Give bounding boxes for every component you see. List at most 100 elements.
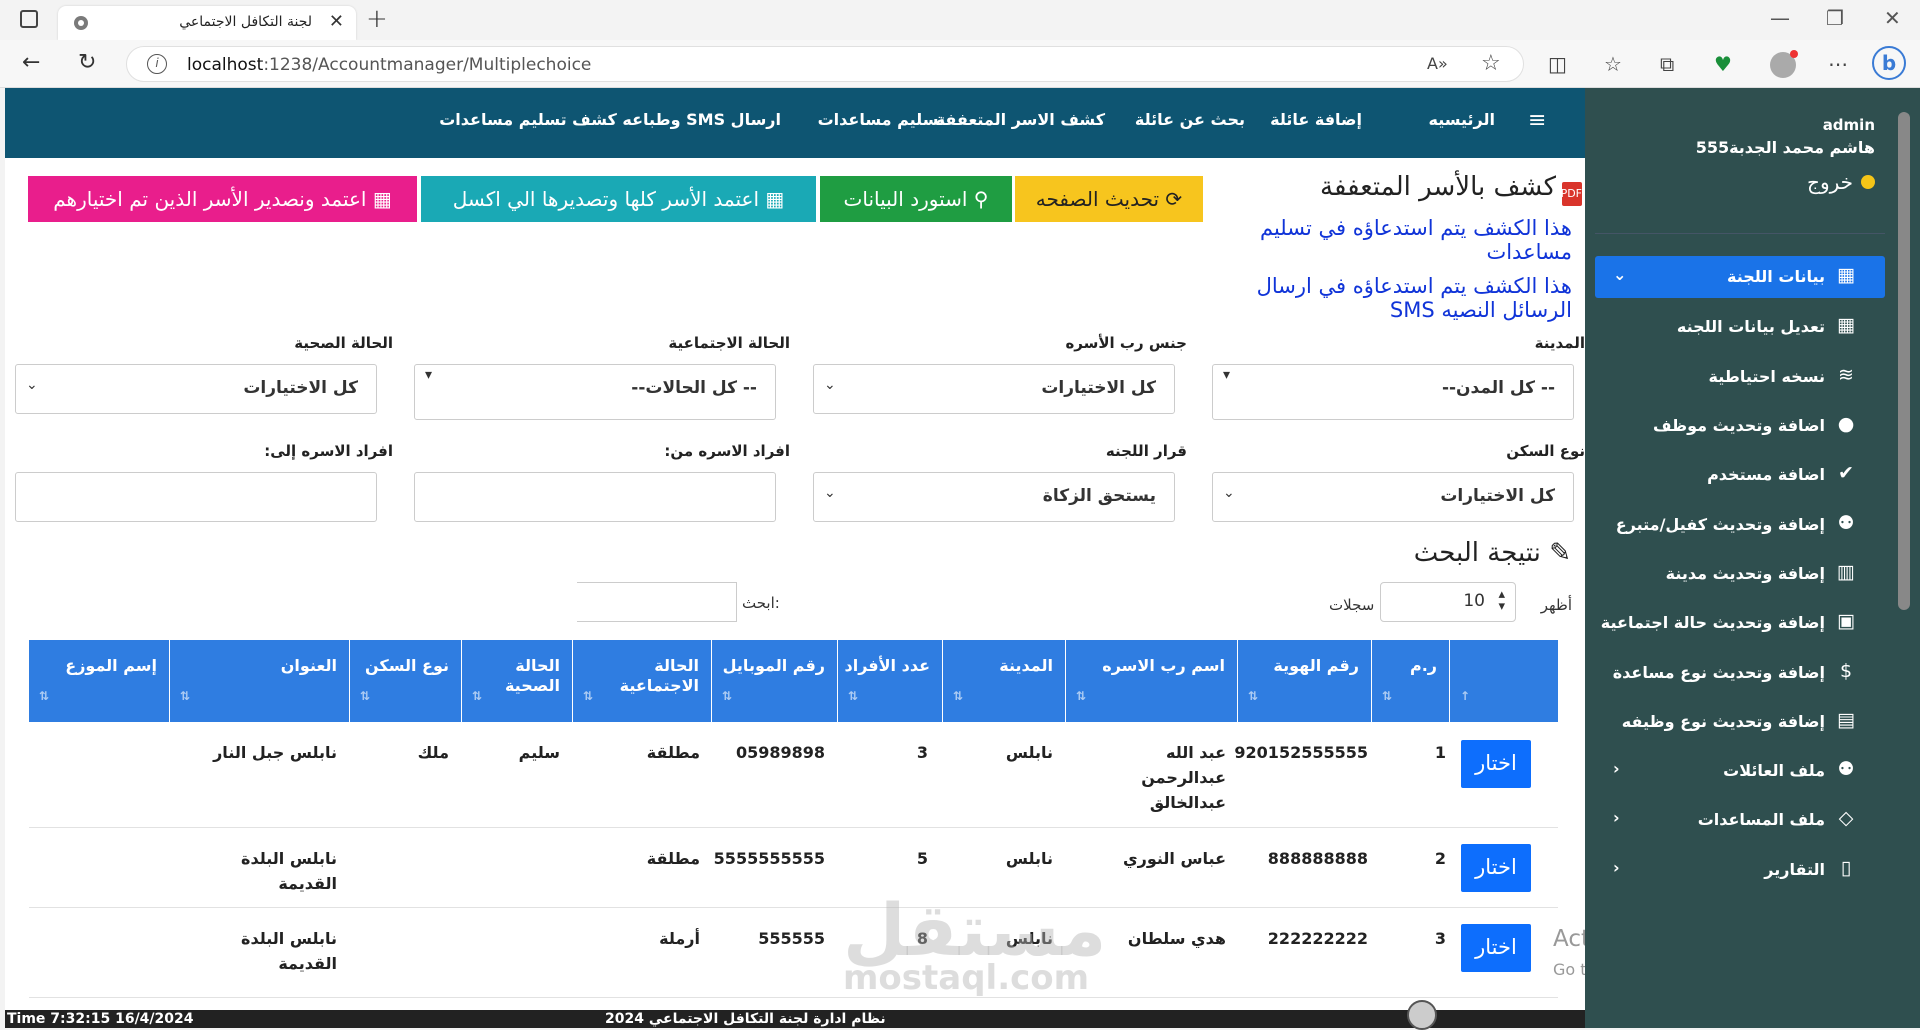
sidebar-item-aid-type[interactable]: $ إضافة وتحديث نوع مساعدة <box>1595 652 1885 694</box>
sort-icon: ⇅ <box>583 689 594 703</box>
favorite-star-icon[interactable]: ☆ <box>1481 51 1501 76</box>
decision-select[interactable]: ⌄ يستحق الزكاة <box>813 472 1175 522</box>
restore-icon[interactable]: ❐ <box>1826 6 1844 30</box>
cell-no: 1 <box>1434 743 1446 762</box>
sidebar-item-employee[interactable]: ● اضافة وتحديث موظف <box>1595 405 1885 447</box>
sidebar-item-edit-committee[interactable]: ▦ تعديل بيانات اللجنه <box>1595 306 1885 348</box>
cell-name: عبد الله عبدالرحمن عبدالخالق <box>1141 743 1226 812</box>
activate-windows-title: Activate Windows <box>1553 926 1587 952</box>
health-icon[interactable]: ♥ <box>1714 52 1732 76</box>
cell-city: نابلس <box>1005 849 1053 868</box>
menu-toggle-icon[interactable]: ≡ <box>1528 108 1546 133</box>
page-title: PDFكشف بالأسر المتعففة <box>1320 172 1582 206</box>
cell-health: سليم <box>518 743 560 762</box>
col-header-mobile[interactable]: رقم الموبايل ⇅ <box>711 640 837 722</box>
nav-deliver-aid[interactable]: تسليم مساعدات <box>818 110 945 129</box>
table-search-input[interactable] <box>577 582 737 622</box>
new-tab-icon[interactable]: + <box>366 4 388 34</box>
cell-mobile: 05989898 <box>735 743 825 762</box>
import-button[interactable]: ⚲ استورد البيانات <box>820 176 1012 222</box>
users-icon: ⚉ <box>1837 758 1855 780</box>
col-header-name[interactable]: اسم رب الاسره ⇅ <box>1065 640 1237 722</box>
health-status-select[interactable]: ⌄ كل الاختيارات <box>15 364 377 414</box>
building-icon: ▦ <box>1837 314 1855 336</box>
col-header-city[interactable]: المدينة ⇅ <box>942 640 1065 722</box>
page-length-select[interactable]: 10 ▴ ▾ <box>1380 582 1516 622</box>
sidebar-item-reports[interactable]: ▯ التقارير › <box>1595 849 1885 891</box>
status-bar: Time 7:32:15 16/4/2024 نظام ادارة لجنة ا… <box>5 1000 1585 1030</box>
browser-tab[interactable]: لجنة التكافل الاجتماعي ✕ <box>58 6 356 40</box>
reload-icon[interactable]: ↻ <box>78 50 96 75</box>
col-header-count[interactable]: عدد الأفراد ⇅ <box>837 640 942 722</box>
nav-home[interactable]: الرئيسيه <box>1429 110 1496 129</box>
members-to-input[interactable] <box>15 472 377 522</box>
city-select[interactable]: ▾ -- كل المدن-- <box>1212 364 1574 420</box>
minimize-icon[interactable]: — <box>1770 6 1790 30</box>
col-header-no[interactable]: ر.م ⇅ <box>1371 640 1449 722</box>
housing-select[interactable]: ⌄ كل الاختيارات <box>1212 472 1574 522</box>
gender-select[interactable]: ⌄ كل الاختيارات <box>813 364 1175 414</box>
approve-selected-button[interactable]: ▦ اعتمد ونصدير الأسر الذين تم اختيارهم <box>28 176 417 222</box>
results-table: ↑ ر.م ⇅ رقم الهوية ⇅ اسم رب الاسره ⇅ المدين… <box>29 640 1558 1028</box>
refresh-button[interactable]: ⟳ تحديث الصفحه <box>1015 176 1203 222</box>
sidebar-item-city[interactable]: ▥ إضافة وتحديث مدينة <box>1595 553 1885 595</box>
sidebar-username: admin <box>1822 116 1875 134</box>
col-header-select[interactable]: ↑ <box>1449 640 1558 722</box>
window-close-icon[interactable]: ✕ <box>1884 6 1901 30</box>
sidebar-item-committee-data[interactable]: ▦ بيانات اللجنة ⌄ <box>1595 256 1885 298</box>
social-status-select[interactable]: ▾ -- كل الحالات-- <box>414 364 776 420</box>
members-from-label: افراد الاسره من: <box>664 442 790 460</box>
sidebar-item-families[interactable]: ⚉ ملف العائلات › <box>1595 750 1885 792</box>
col-header-health[interactable]: الحالة الصحية ⇅ <box>461 640 572 722</box>
nav-search-family[interactable]: بحث عن عائلة <box>1135 110 1245 129</box>
chevron-right-icon: › <box>1613 759 1620 778</box>
site-info-icon[interactable]: i <box>147 54 167 74</box>
col-header-social[interactable]: الحالة الاجتماعية ⇅ <box>572 640 711 722</box>
members-from-input[interactable] <box>414 472 776 522</box>
split-screen-icon[interactable]: ◫ <box>1548 52 1567 76</box>
sort-icon: ⇅ <box>1382 689 1393 703</box>
sidebar-item-aids[interactable]: ◇ ملف المساعدات › <box>1595 799 1885 841</box>
activate-windows-subtitle: Go to Settings to activate Windows. <box>1553 960 1587 979</box>
favorites-icon[interactable]: ☆ <box>1604 52 1622 76</box>
address-bar[interactable]: i localhost:1238/Accountmanager/Multiple… <box>126 46 1524 82</box>
profile-badge <box>1790 50 1798 58</box>
chevron-down-icon: ▾ <box>425 367 433 383</box>
logout-link[interactable]: خروج <box>1807 170 1875 194</box>
badge-icon: ▤ <box>1837 709 1855 731</box>
cell-name: هدي سلطان <box>1127 929 1226 948</box>
copilot-icon[interactable]: b <box>1872 46 1906 80</box>
show-label: أظهر <box>1540 596 1572 614</box>
back-icon[interactable]: ← <box>22 50 40 75</box>
table-row: اختار 1 920152555555 عبد الله عبدالرحمن … <box>29 722 1558 828</box>
sidebar-item-sponsor[interactable]: ⚉ إضافة وتحديث كفيل/متبرع <box>1595 504 1885 546</box>
tab-close-icon[interactable]: ✕ <box>329 11 344 32</box>
collections-icon[interactable]: ⧉ <box>1660 52 1674 76</box>
user-check-icon: ✔ <box>1838 462 1854 484</box>
col-header-id[interactable]: رقم الهوية ⇅ <box>1237 640 1371 722</box>
read-aloud-icon[interactable]: A» <box>1427 54 1448 73</box>
nav-needy-list[interactable]: كشف الاسر المتعففة <box>936 110 1105 129</box>
sidebar-item-add-user[interactable]: ✔ اضافة مستخدم <box>1595 454 1885 496</box>
col-header-housing[interactable]: نوع السكن ⇅ <box>349 640 461 722</box>
pick-button[interactable]: اختار <box>1461 844 1531 892</box>
pick-button[interactable]: اختار <box>1461 740 1531 788</box>
col-header-address[interactable]: العنوان ⇅ <box>169 640 349 722</box>
nav-sms-print[interactable]: ارسال SMS وطباعه كشف تسليم مساعدات <box>439 110 781 129</box>
more-icon[interactable]: ⋯ <box>1828 52 1848 76</box>
sidebar-item-social-status[interactable]: ▣ إضافة وتحديث حالة اجتماعية <box>1595 602 1885 644</box>
sort-icon: ⇅ <box>1248 689 1259 703</box>
nav-add-family[interactable]: إضافة عائلة <box>1270 110 1362 129</box>
page-scrollbar[interactable] <box>1898 112 1910 610</box>
table-row: اختار 2 888888888 عباس النوري نابلس 5 55… <box>29 828 1558 908</box>
tab-actions-icon[interactable] <box>20 10 38 28</box>
results-title: ✎ نتيجة البحث <box>1413 538 1571 568</box>
chevron-down-icon: ⌄ <box>26 377 38 393</box>
cell-city: نابلس <box>1005 743 1053 762</box>
col-header-distributor[interactable]: إسم الموزع ⇅ <box>29 640 169 722</box>
sidebar-item-job-type[interactable]: ▤ إضافة وتحديث نوع وظيفه <box>1595 701 1885 743</box>
top-navigation: ≡ الرئيسيه إضافة عائلة بحث عن عائلة كشف … <box>5 88 1585 158</box>
sidebar-item-backup[interactable]: ≋ نسخه احتياطية <box>1595 356 1885 398</box>
approve-all-button[interactable]: ▦ اعتمد الأسر كلها وتصديرها الي اكسل <box>421 176 816 222</box>
pick-button[interactable]: اختار <box>1461 924 1531 972</box>
